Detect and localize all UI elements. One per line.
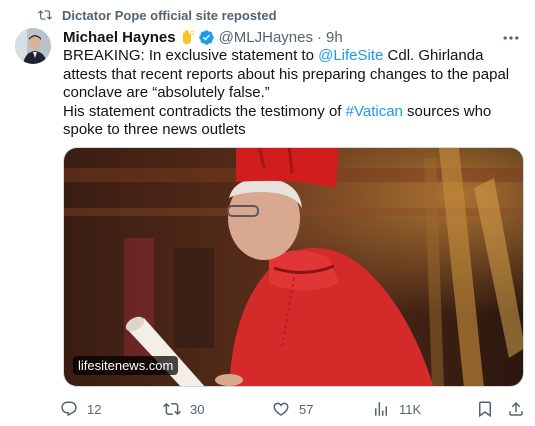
tweet-text-segment: BREAKING: In exclusive statement to xyxy=(63,47,319,64)
share-button[interactable] xyxy=(507,398,525,420)
tweet-text-segment: His statement contradicts the testimony … xyxy=(63,102,346,120)
tweet-text: BREAKING: In exclusive statement to @Lif… xyxy=(63,47,528,140)
avatar-image xyxy=(15,28,51,64)
more-options-icon[interactable] xyxy=(501,28,521,48)
repost-icon xyxy=(38,10,52,20)
views-button[interactable]: 11K xyxy=(372,398,421,420)
action-bar: 12 30 57 11K xyxy=(60,398,527,420)
cardinal-photo xyxy=(64,148,523,386)
share-icon xyxy=(509,401,523,416)
repost-count: 30 xyxy=(190,401,205,417)
reply-button[interactable]: 12 xyxy=(60,398,101,420)
repost-text: Dictator Pope official site reposted xyxy=(62,7,277,23)
reply-count: 12 xyxy=(87,401,102,417)
bookmark-button[interactable] xyxy=(476,398,494,420)
heart-icon xyxy=(273,402,289,416)
tweet-paragraph-2: His statement contradicts the testimony … xyxy=(63,103,528,140)
media-source-badge: lifesitenews.com xyxy=(73,356,179,375)
bookmark-icon xyxy=(479,401,491,418)
repost-indicator[interactable]: Dictator Pope official site reposted xyxy=(38,6,277,24)
verified-badge-icon xyxy=(198,29,214,45)
like-count: 57 xyxy=(299,401,314,417)
hashtag-link[interactable]: #Vatican xyxy=(346,103,403,120)
hand-emoji-icon xyxy=(182,30,194,44)
tweet-paragraph-1: BREAKING: In exclusive statement to @Lif… xyxy=(63,47,528,103)
analytics-icon xyxy=(375,402,387,416)
separator-dot: · xyxy=(317,28,322,46)
author-handle[interactable]: @MLJHaynes xyxy=(219,29,313,46)
timestamp[interactable]: 9h xyxy=(326,29,343,46)
media-image[interactable]: lifesitenews.com xyxy=(63,147,524,387)
tweet-header: Michael Haynes @MLJHaynes · 9h xyxy=(63,27,523,47)
reply-icon xyxy=(61,401,77,417)
repost-icon xyxy=(163,402,181,416)
mention-link[interactable]: @LifeSite xyxy=(318,47,383,64)
avatar[interactable] xyxy=(15,28,51,64)
author-name[interactable]: Michael Haynes xyxy=(63,29,176,46)
repost-button[interactable]: 30 xyxy=(163,398,204,420)
view-count: 11K xyxy=(399,401,422,417)
like-button[interactable]: 57 xyxy=(272,398,313,420)
